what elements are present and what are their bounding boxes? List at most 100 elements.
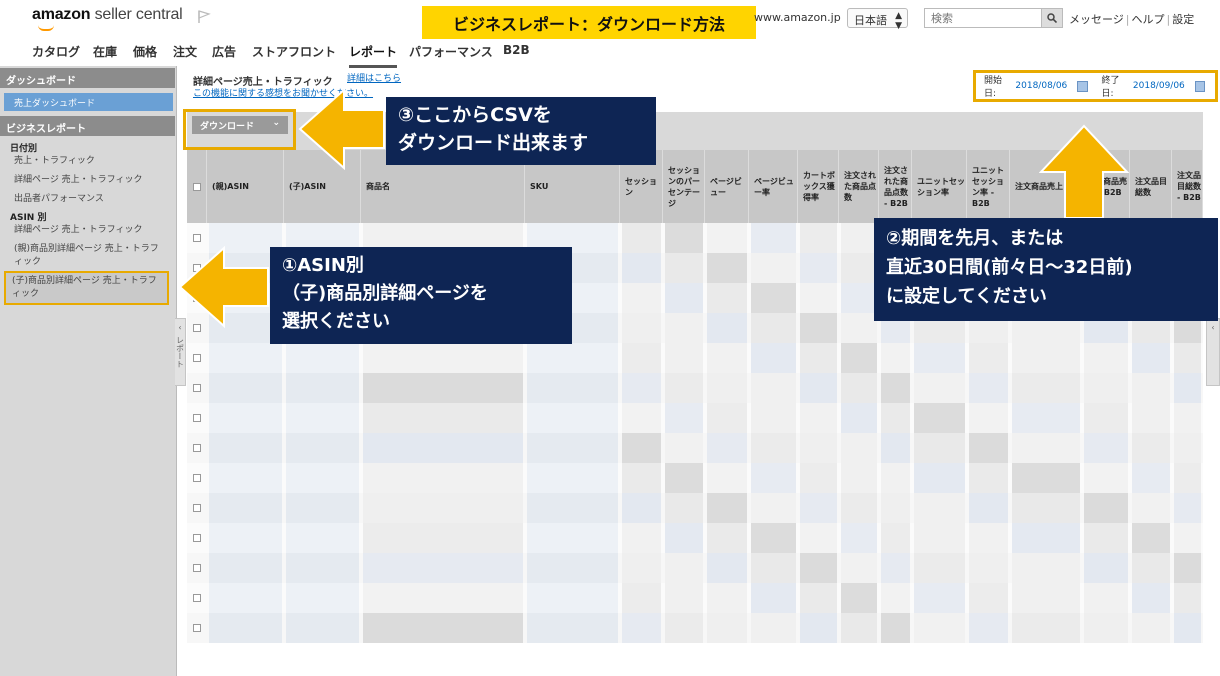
row-checkbox[interactable] bbox=[193, 234, 201, 242]
help-link[interactable]: ヘルプ bbox=[1132, 13, 1165, 26]
table-cell bbox=[286, 493, 359, 523]
settings-link[interactable]: 設定 bbox=[1172, 13, 1194, 26]
row-checkbox[interactable] bbox=[193, 504, 201, 512]
select-all-checkbox-cell bbox=[187, 150, 207, 223]
table-cell bbox=[363, 433, 523, 463]
callout-asin-line: （子)商品別詳細ページを bbox=[282, 283, 488, 304]
table-cell bbox=[1084, 613, 1128, 643]
table-cell bbox=[914, 493, 965, 523]
nav-performance[interactable]: パフォーマンス bbox=[409, 43, 493, 60]
table-cell bbox=[751, 553, 796, 583]
table-cell bbox=[1132, 403, 1170, 433]
column-header[interactable]: カートボックス獲得率 bbox=[798, 150, 839, 223]
table-cell bbox=[751, 613, 796, 643]
table-cell bbox=[209, 463, 282, 493]
row-checkbox[interactable] bbox=[193, 624, 201, 632]
search-input[interactable] bbox=[924, 8, 1042, 28]
language-select[interactable]: 日本語 ▲ ▼ bbox=[847, 8, 908, 31]
column-header[interactable]: (親)ASIN bbox=[207, 150, 284, 223]
sidebar-item-sales-traffic[interactable]: 売上・トラフィック bbox=[14, 155, 166, 168]
nav-inventory[interactable]: 在庫 bbox=[93, 43, 117, 60]
top-bar: amazon seller central ビジネスレポート：ダウンロード方法 … bbox=[0, 0, 1220, 39]
calendar-icon[interactable] bbox=[1077, 80, 1088, 92]
nav-storefront[interactable]: ストアフロント bbox=[252, 43, 336, 60]
table-cell bbox=[841, 253, 877, 283]
table-cell bbox=[1132, 583, 1170, 613]
table-cell bbox=[665, 493, 703, 523]
flag-icon[interactable] bbox=[197, 10, 211, 24]
row-checkbox[interactable] bbox=[193, 564, 201, 572]
callout-download: ③ここからCSVを ダウンロード出来ます bbox=[386, 97, 656, 165]
table-cell bbox=[800, 313, 837, 343]
table-cell bbox=[707, 583, 747, 613]
nav-pricing[interactable]: 価格 bbox=[133, 43, 157, 60]
column-header[interactable]: ユニットセッション率 - B2B bbox=[967, 150, 1010, 223]
select-all-checkbox[interactable] bbox=[193, 182, 201, 191]
row-checkbox[interactable] bbox=[193, 384, 201, 392]
sidebar-collapse-toggle[interactable]: ‹ レポート bbox=[175, 318, 186, 386]
table-cell bbox=[881, 583, 910, 613]
table-cell bbox=[707, 433, 747, 463]
column-header[interactable]: 注文品目総数 bbox=[1130, 150, 1172, 223]
nav-b2b[interactable]: B2B bbox=[503, 43, 530, 57]
search-button[interactable] bbox=[1041, 8, 1063, 28]
table-cell bbox=[286, 613, 359, 643]
nav-advertising[interactable]: 広告 bbox=[212, 43, 236, 60]
table-cell bbox=[363, 523, 523, 553]
table-cell bbox=[751, 253, 796, 283]
download-dropdown[interactable]: ダウンロード ⌄ bbox=[192, 116, 288, 134]
table-cell bbox=[707, 283, 747, 313]
row-checkbox[interactable] bbox=[193, 474, 201, 482]
column-header[interactable]: 注文品目総数 - B2B bbox=[1172, 150, 1203, 223]
calendar-icon[interactable] bbox=[1194, 80, 1205, 92]
column-header[interactable]: ページビュー率 bbox=[749, 150, 798, 223]
nav-orders[interactable]: 注文 bbox=[173, 43, 197, 60]
sidebar-item-asin-detail-sales-traffic[interactable]: 詳細ページ 売上・トラフィック bbox=[14, 224, 166, 237]
nav-catalog[interactable]: カタログ bbox=[32, 43, 80, 60]
table-cell bbox=[914, 373, 965, 403]
table-cell bbox=[841, 523, 877, 553]
row-checkbox[interactable] bbox=[193, 414, 201, 422]
amazon-smile-icon bbox=[38, 25, 54, 31]
messages-link[interactable]: メッセージ bbox=[1069, 13, 1124, 26]
column-header[interactable]: セッションのパーセンテージ bbox=[663, 150, 705, 223]
table-cell bbox=[841, 373, 877, 403]
table-cell bbox=[707, 223, 747, 253]
row-checkbox[interactable] bbox=[193, 444, 201, 452]
column-header[interactable]: 注文された商品点数 bbox=[839, 150, 879, 223]
end-date-input[interactable]: 2018/09/06 bbox=[1133, 81, 1185, 91]
sidebar-item-detail-sales-traffic[interactable]: 詳細ページ 売上・トラフィック bbox=[14, 174, 166, 187]
amazon-seller-central-logo[interactable]: amazon seller central bbox=[32, 6, 183, 24]
nav-reports[interactable]: レポート bbox=[349, 43, 398, 68]
table-cell bbox=[751, 223, 796, 253]
table-cell bbox=[841, 223, 877, 253]
table-cell bbox=[286, 433, 359, 463]
row-checkbox[interactable] bbox=[193, 534, 201, 542]
marketplace-domain[interactable]: www.amazon.jp bbox=[754, 11, 841, 24]
table-cell bbox=[800, 283, 837, 313]
start-date-input[interactable]: 2018/08/06 bbox=[1015, 81, 1067, 91]
table-cell bbox=[841, 463, 877, 493]
column-header[interactable]: ページビュー bbox=[705, 150, 749, 223]
row-checkbox[interactable] bbox=[193, 594, 201, 602]
table-cell bbox=[969, 343, 1008, 373]
details-link[interactable]: 詳細はこちら bbox=[347, 71, 401, 84]
table-cell bbox=[209, 553, 282, 583]
table-cell bbox=[527, 373, 618, 403]
column-header[interactable]: ユニットセッション率 bbox=[912, 150, 967, 223]
table-cell bbox=[707, 613, 747, 643]
table-cell bbox=[209, 343, 282, 373]
table-cell bbox=[527, 433, 618, 463]
table-cell bbox=[1132, 343, 1170, 373]
table-cell bbox=[665, 223, 703, 253]
table-cell bbox=[665, 433, 703, 463]
column-header[interactable]: 注文された商品点数 - B2B bbox=[879, 150, 912, 223]
table-cell bbox=[1174, 553, 1201, 583]
row-checkbox[interactable] bbox=[193, 354, 201, 362]
sidebar-item-parent-asin-detail[interactable]: (親)商品別詳細ページ 売上・トラフィック bbox=[14, 243, 166, 269]
right-panel-toggle[interactable]: ‹ bbox=[1206, 318, 1220, 386]
table-cell bbox=[1132, 463, 1170, 493]
sidebar-item-sales-dashboard[interactable]: 売上ダッシュボード bbox=[4, 93, 173, 111]
sidebar-item-child-asin-detail[interactable]: (子)商品別詳細ページ 売上・トラフィック bbox=[4, 271, 169, 305]
sidebar-item-seller-performance[interactable]: 出品者パフォーマンス bbox=[14, 193, 166, 206]
